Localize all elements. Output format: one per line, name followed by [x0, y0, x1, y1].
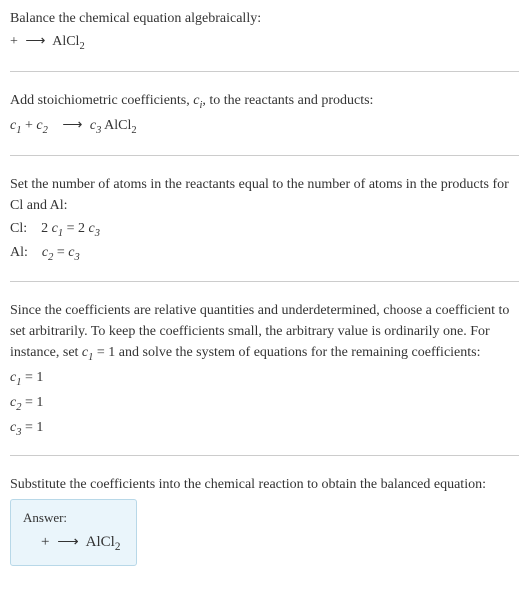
balance-heading-text: Balance the chemical equation algebraica…	[10, 8, 519, 29]
compound-sub: 2	[131, 125, 136, 136]
answer-label: Answer:	[23, 510, 120, 526]
stoich-text-1: Add stoichiometric coefficients,	[10, 93, 193, 108]
answer-reaction: + ⟶ AlCl2	[23, 532, 120, 553]
cl-c3-sub: 3	[95, 227, 100, 238]
cl-equation-row: Cl: 2 c1 = 2 c3	[10, 218, 519, 243]
al-c2: c2	[42, 245, 53, 260]
al-eq: =	[53, 245, 68, 260]
solve-text-2: = 1 and solve the system of equations fo…	[93, 345, 480, 360]
c1-val: = 1	[21, 370, 43, 385]
answer-compound: AlCl	[86, 534, 115, 550]
c2-val: = 1	[21, 395, 43, 410]
cl-c3: c3	[89, 221, 100, 236]
answer-lhs: +	[41, 534, 53, 550]
c3-var: c3	[90, 118, 101, 133]
solve-c1: c1	[82, 345, 93, 360]
arrow-icon: ⟶	[57, 532, 79, 551]
al-equation-row: Al: c2 = c3	[10, 242, 519, 267]
al-c3-sub: 3	[74, 252, 79, 263]
section-answer: Substitute the coefficients into the che…	[10, 474, 519, 580]
c2-var: c2	[10, 395, 21, 410]
reaction-rhs: AlCl2	[52, 34, 84, 49]
arrow-icon: ⟶	[62, 115, 82, 136]
solve-heading: Since the coefficients are relative quan…	[10, 300, 519, 366]
reaction-lhs: +	[10, 34, 21, 49]
cl-2: 2	[41, 221, 52, 236]
answer-box: Answer: + ⟶ AlCl2	[10, 499, 137, 566]
cl-eq: = 2	[63, 221, 88, 236]
compound-sub: 2	[79, 41, 84, 52]
section-stoichiometric: Add stoichiometric coefficients, ci, to …	[10, 90, 519, 156]
c2-sub: 2	[43, 125, 48, 136]
cl-label: Cl:	[10, 221, 27, 236]
c1-var: c1	[10, 118, 21, 133]
al-label: Al:	[10, 245, 28, 260]
answer-sub: 2	[115, 541, 121, 553]
compound-name: AlCl	[52, 34, 79, 49]
section-solve: Since the coefficients are relative quan…	[10, 300, 519, 456]
c3-result: c3 = 1	[10, 417, 519, 442]
c1-result: c1 = 1	[10, 367, 519, 392]
stoich-heading: Add stoichiometric coefficients, ci, to …	[10, 90, 519, 114]
stoich-reaction: c1 + c2 ⟶ c3 AlCl2	[10, 115, 519, 139]
arrow-icon: ⟶	[25, 31, 45, 52]
plus-sign: +	[25, 118, 36, 133]
atoms-heading: Set the number of atoms in the reactants…	[10, 174, 519, 216]
stoich-text-2: , to the reactants and products:	[202, 93, 373, 108]
section-atoms-equal: Set the number of atoms in the reactants…	[10, 174, 519, 282]
c3-val: = 1	[21, 420, 43, 435]
section-balance-heading: Balance the chemical equation algebraica…	[10, 8, 519, 72]
cl-c1: c1	[52, 221, 63, 236]
c2-var: c2	[36, 118, 47, 133]
substitute-heading: Substitute the coefficients into the che…	[10, 474, 519, 495]
c3-var: c3	[10, 420, 21, 435]
initial-reaction: + ⟶ AlCl2	[10, 31, 519, 55]
al-c3: c3	[68, 245, 79, 260]
c1-sub: 1	[16, 125, 21, 136]
compound-name: AlCl	[101, 118, 131, 133]
c1-var: c1	[10, 370, 21, 385]
c2-result: c2 = 1	[10, 392, 519, 417]
